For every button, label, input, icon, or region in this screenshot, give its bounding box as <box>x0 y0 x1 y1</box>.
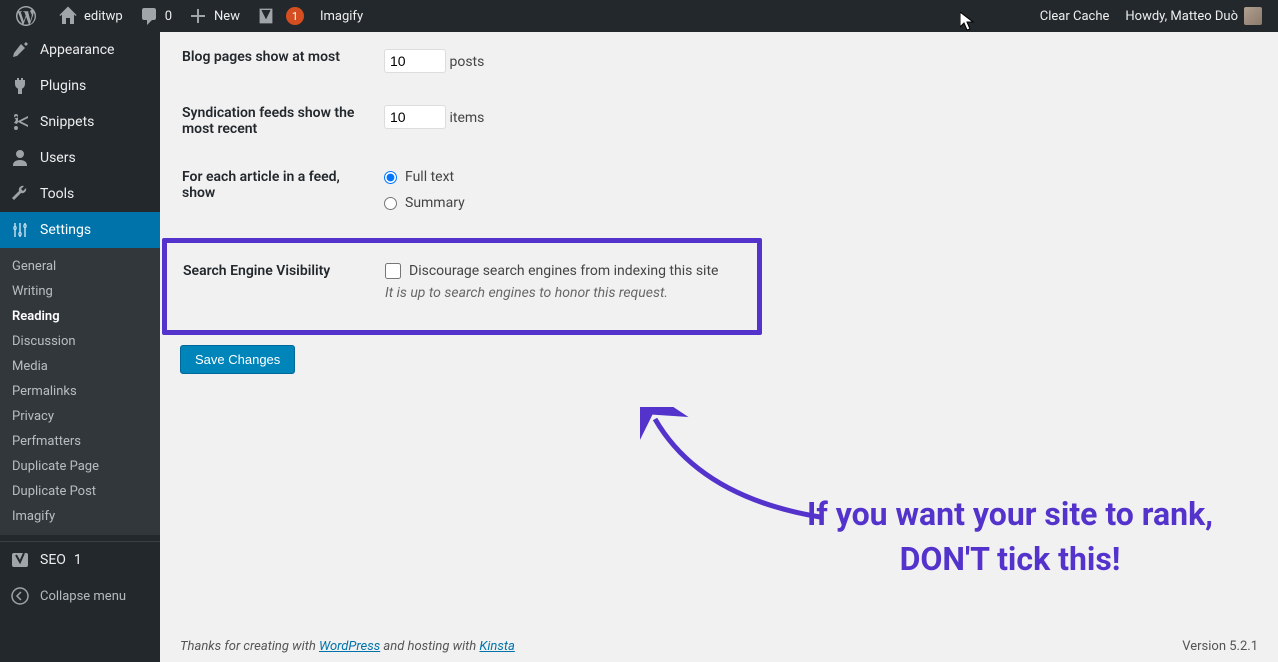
admin-toolbar: editwp 0 New 1 Imagify Clear Cache Howdy… <box>0 0 1278 32</box>
new-content-link[interactable]: New <box>180 0 248 32</box>
syndication-suffix: items <box>449 110 484 126</box>
visibility-note: It is up to search engines to honor this… <box>385 285 731 301</box>
scissors-icon <box>10 112 30 132</box>
admin-footer: Thanks for creating with WordPress and h… <box>180 639 1258 654</box>
menu-seo[interactable]: SEO 1 <box>0 541 160 578</box>
menu-label: Snippets <box>40 114 94 130</box>
feed-article-label: For each article in a feed, show <box>182 154 382 236</box>
submenu-permalinks[interactable]: Permalinks <box>0 379 160 404</box>
save-changes-button[interactable]: Save Changes <box>180 345 295 374</box>
seo-badge: 1 <box>74 552 82 568</box>
menu-label: Users <box>40 150 76 166</box>
plug-icon <box>10 76 30 96</box>
submenu-duplicate-page[interactable]: Duplicate Page <box>0 454 160 479</box>
menu-appearance[interactable]: Appearance <box>0 32 160 68</box>
submenu-media[interactable]: Media <box>0 354 160 379</box>
blog-pages-suffix: posts <box>449 54 484 70</box>
new-label: New <box>214 9 240 24</box>
brush-icon <box>10 40 30 60</box>
feed-full-text-radio[interactable] <box>384 171 397 184</box>
menu-tools[interactable]: Tools <box>0 176 160 212</box>
admin-sidebar: Appearance Plugins Snippets Users Tools … <box>0 32 160 662</box>
menu-label: Appearance <box>40 42 114 58</box>
visibility-label: Search Engine Visibility <box>183 253 383 316</box>
yoast-icon <box>10 550 30 570</box>
menu-users[interactable]: Users <box>0 140 160 176</box>
home-icon <box>58 6 78 26</box>
menu-settings[interactable]: Settings <box>0 212 160 248</box>
settings-reading-page: Blog pages show at most posts Syndicatio… <box>160 32 1278 662</box>
site-name-link[interactable]: editwp <box>50 0 131 32</box>
blog-pages-label: Blog pages show at most <box>182 34 382 88</box>
clear-cache-label: Clear Cache <box>1040 9 1110 24</box>
collapse-icon <box>10 586 30 606</box>
updates-link[interactable]: 1 <box>248 0 312 32</box>
submenu-privacy[interactable]: Privacy <box>0 404 160 429</box>
kinsta-link[interactable]: Kinsta <box>479 639 514 654</box>
submenu-perfmatters[interactable]: Perfmatters <box>0 429 160 454</box>
yoast-icon <box>256 6 276 26</box>
user-icon <box>10 148 30 168</box>
syndication-input[interactable] <box>384 105 446 129</box>
avatar <box>1244 7 1262 25</box>
account-link[interactable]: Howdy, Matteo Duò <box>1117 0 1270 32</box>
site-name: editwp <box>84 9 123 24</box>
highlight-annotation-box: Search Engine Visibility Discourage sear… <box>162 238 762 335</box>
wrench-icon <box>10 184 30 204</box>
feed-full-text-label: Full text <box>405 169 454 185</box>
imagify-link[interactable]: Imagify <box>312 0 371 32</box>
collapse-menu[interactable]: Collapse menu <box>0 578 160 614</box>
submenu-duplicate-post[interactable]: Duplicate Post <box>0 479 160 504</box>
imagify-label: Imagify <box>320 9 363 24</box>
menu-label: SEO <box>40 552 66 568</box>
comment-icon <box>139 6 159 26</box>
menu-label: Settings <box>40 222 91 238</box>
collapse-label: Collapse menu <box>40 589 126 604</box>
wordpress-link[interactable]: WordPress <box>319 639 380 654</box>
wordpress-icon <box>16 6 36 26</box>
submenu-imagify[interactable]: Imagify <box>0 504 160 529</box>
wp-logo[interactable] <box>8 0 50 32</box>
submenu-writing[interactable]: Writing <box>0 279 160 304</box>
clear-cache-link[interactable]: Clear Cache <box>1032 0 1118 32</box>
footer-thanks: Thanks for creating with WordPress and h… <box>180 639 515 654</box>
submenu-general[interactable]: General <box>0 254 160 279</box>
annotation-text: If you want your site to rank, DON'T tic… <box>790 492 1230 582</box>
menu-label: Plugins <box>40 78 86 94</box>
comments-link[interactable]: 0 <box>131 0 180 32</box>
feed-summary-radio[interactable] <box>384 197 397 210</box>
syndication-label: Syndication feeds show the most recent <box>182 90 382 152</box>
visibility-checkbox[interactable] <box>385 263 401 279</box>
submenu-reading[interactable]: Reading <box>0 304 160 329</box>
updates-badge: 1 <box>286 7 304 25</box>
menu-snippets[interactable]: Snippets <box>0 104 160 140</box>
footer-version: Version 5.2.1 <box>1182 639 1258 654</box>
menu-label: Tools <box>40 186 74 202</box>
blog-pages-input[interactable] <box>384 49 446 73</box>
menu-plugins[interactable]: Plugins <box>0 68 160 104</box>
settings-submenu: General Writing Reading Discussion Media… <box>0 248 160 535</box>
visibility-checkbox-label: Discourage search engines from indexing … <box>409 263 718 279</box>
sliders-icon <box>10 220 30 240</box>
comments-count: 0 <box>165 9 172 24</box>
submenu-discussion[interactable]: Discussion <box>0 329 160 354</box>
plus-icon <box>188 6 208 26</box>
feed-summary-label: Summary <box>405 195 465 211</box>
howdy-text: Howdy, Matteo Duò <box>1125 9 1238 24</box>
